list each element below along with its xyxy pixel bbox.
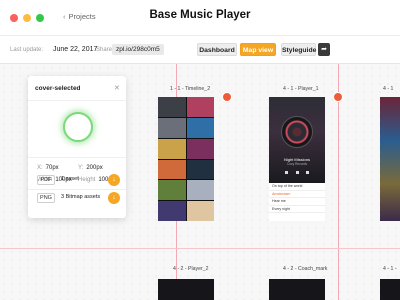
album-cover[interactable] bbox=[158, 201, 186, 221]
track-list-item: On top of the world bbox=[269, 183, 325, 191]
layer-preview bbox=[28, 100, 126, 158]
track-list-item: Amsterdam bbox=[269, 191, 325, 199]
artboard-label: 4 - 1 bbox=[383, 86, 394, 92]
selected-layer-preview bbox=[63, 112, 93, 142]
artboard-label: 1 - 1 - Timeline_2 bbox=[170, 86, 211, 92]
playback-controls bbox=[285, 169, 309, 175]
divider bbox=[28, 189, 126, 190]
player-header: Night Missions Cozy Records bbox=[269, 97, 325, 183]
map-view-button[interactable]: Map view bbox=[240, 43, 276, 56]
artboard-label: 4 - 2 - Coach_mark bbox=[283, 266, 328, 272]
album-cover[interactable] bbox=[186, 159, 214, 180]
album-cover[interactable] bbox=[158, 97, 186, 117]
guide-line bbox=[0, 248, 400, 249]
dashboard-button[interactable]: Dashboard bbox=[197, 43, 237, 56]
x-property: X: 70px bbox=[37, 165, 59, 171]
track-list-item: Hear me bbox=[269, 198, 325, 206]
share-link[interactable]: zpl.io/298c0m5 bbox=[112, 44, 164, 55]
close-icon[interactable]: ✕ bbox=[114, 84, 120, 92]
track-list-item: Every night bbox=[269, 206, 325, 214]
y-property: Y: 200px bbox=[78, 165, 103, 171]
artboard-timeline[interactable] bbox=[158, 97, 214, 221]
album-cover[interactable] bbox=[186, 201, 214, 221]
last-update-value: June 22, 2017 bbox=[53, 46, 98, 53]
album-cover[interactable] bbox=[158, 180, 186, 201]
comment-badge-icon[interactable] bbox=[222, 92, 232, 102]
artboard-label: 4 - 2 - Player_2 bbox=[173, 266, 209, 272]
app-title: Base Music Player bbox=[149, 9, 251, 21]
styleguide-button[interactable]: Styleguide bbox=[281, 43, 316, 56]
artboard-label: 4 - 1 - Player_1 bbox=[283, 86, 319, 92]
pdf-format-tag: PDF bbox=[37, 175, 55, 185]
title-bar: ‹ Projects Base Music Player bbox=[0, 0, 400, 36]
track-list: On top of the world Amsterdam Hear me Every… bbox=[269, 183, 325, 221]
artboard-partial[interactable] bbox=[380, 97, 400, 221]
album-cover[interactable] bbox=[158, 138, 186, 159]
artboard-label: 4 - 1 - bbox=[383, 266, 397, 272]
album-cover[interactable] bbox=[186, 180, 214, 201]
artboard-player[interactable]: Night Missions Cozy Records On top of th… bbox=[269, 97, 325, 221]
share-icon[interactable]: ➦ bbox=[318, 43, 330, 56]
album-cover[interactable] bbox=[186, 97, 214, 117]
last-update-label: Last update: bbox=[10, 47, 44, 53]
album-disc bbox=[281, 116, 313, 148]
album-cover[interactable] bbox=[158, 117, 186, 138]
download-pdf-button[interactable]: ↓ bbox=[108, 174, 120, 186]
inspector-panel: cover-selected ✕ X: 70px Y: 200px Width 100… bbox=[28, 76, 126, 218]
download-png-button[interactable]: ↓ bbox=[108, 192, 120, 204]
panel-title: cover-selected bbox=[35, 85, 81, 92]
toolbar: Last update: June 22, 2017 Share: zpl.io… bbox=[0, 36, 400, 64]
artboard-partial-bottom[interactable] bbox=[380, 279, 400, 300]
pdf-asset-count: 1 asset bbox=[61, 176, 79, 182]
artboard-player-2[interactable] bbox=[158, 279, 214, 300]
png-format-tag: PNG bbox=[37, 193, 55, 203]
png-asset-count: 3 Bitmap assets bbox=[61, 194, 101, 200]
album-cover[interactable] bbox=[158, 159, 186, 180]
album-cover[interactable] bbox=[186, 117, 214, 138]
now-playing-artist: Cozy Records bbox=[286, 162, 308, 166]
artboard-coach-mark[interactable] bbox=[269, 279, 325, 300]
album-cover[interactable] bbox=[186, 138, 214, 159]
comment-badge-icon[interactable] bbox=[333, 92, 343, 102]
